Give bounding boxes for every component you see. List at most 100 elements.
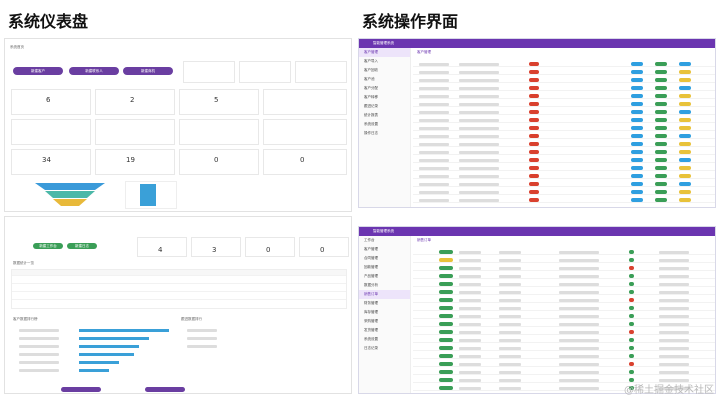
tag-badge <box>631 110 643 114</box>
app-header: 智能管理系统 <box>359 39 715 48</box>
sidebar-item[interactable]: 财务管理 <box>359 299 410 308</box>
tag-badge <box>679 94 691 98</box>
table-cell <box>659 259 689 262</box>
status-badge <box>439 258 453 262</box>
status-badge <box>439 370 453 374</box>
tag-badge <box>655 182 667 186</box>
new-contact-button[interactable]: 新建联系人 <box>69 67 119 75</box>
flag-badge <box>629 370 634 374</box>
table-header <box>12 270 346 276</box>
table-cell <box>459 275 481 278</box>
status-badge <box>529 182 539 186</box>
footer-button[interactable] <box>61 387 101 392</box>
app-header: 智能管理系统 <box>359 227 715 236</box>
tag-badge <box>655 198 667 202</box>
stat-card: 2 <box>95 89 175 115</box>
table-cell <box>499 299 521 302</box>
tag-badge <box>655 142 667 146</box>
sidebar-item[interactable]: 日志记录 <box>359 344 410 353</box>
tag-badge <box>631 150 643 154</box>
ranking-bar <box>79 361 119 364</box>
tab-customer[interactable]: 客户管理 <box>417 50 431 55</box>
status-badge <box>439 354 453 358</box>
new-workbench-button[interactable]: 新建工作台 <box>33 243 63 249</box>
sidebar-item[interactable]: 发货管理 <box>359 326 410 335</box>
tag-badge <box>631 78 643 82</box>
table-cell <box>459 299 481 302</box>
tag-badge <box>655 158 667 162</box>
sidebar-item[interactable]: 客户回收 <box>359 66 410 75</box>
status-badge <box>439 266 453 270</box>
table-cell <box>419 79 449 82</box>
sidebar-item[interactable]: 合同管理 <box>359 254 410 263</box>
sidebar-item[interactable]: 系统设置 <box>359 120 410 129</box>
stat-card: 34 <box>11 149 91 175</box>
table-cell <box>459 347 481 350</box>
tag-badge <box>655 150 667 154</box>
new-log-button[interactable]: 新建日志 <box>67 243 97 249</box>
status-badge <box>529 174 539 178</box>
footer-button[interactable] <box>145 387 185 392</box>
table-cell <box>419 143 449 146</box>
sidebar-item[interactable]: 客户池 <box>359 75 410 84</box>
table-cell <box>419 71 449 74</box>
table-cell <box>659 331 689 334</box>
tag-badge <box>679 110 691 114</box>
sidebar-item[interactable]: 库存管理 <box>359 308 410 317</box>
stat-value: 0 <box>214 156 219 164</box>
table-cell <box>419 159 449 162</box>
new-opportunity-button[interactable]: 新建商机 <box>123 67 173 75</box>
tab-sales-order[interactable]: 销售订单 <box>417 238 431 243</box>
table-cell <box>659 315 689 318</box>
sidebar-item[interactable]: 采购管理 <box>359 317 410 326</box>
new-customer-button[interactable]: 新建客户 <box>13 67 63 75</box>
tag-badge <box>679 134 691 138</box>
bar-chart-card <box>125 181 177 209</box>
tag-badge <box>679 150 691 154</box>
table-cell <box>499 283 521 286</box>
sidebar-item[interactable]: 操作日志 <box>359 129 410 138</box>
tag-badge <box>631 102 643 106</box>
sidebar-item[interactable]: 销售订单 <box>359 290 410 299</box>
flag-badge <box>629 266 634 270</box>
sidebar-item[interactable]: 客户管理 <box>359 245 410 254</box>
status-badge <box>529 150 539 154</box>
table-row <box>12 286 346 292</box>
sidebar-item[interactable]: 客户导入 <box>359 57 410 66</box>
table-cell <box>459 251 481 254</box>
ranking-bar <box>79 329 169 332</box>
flag-badge <box>629 298 634 302</box>
table-cell <box>659 347 689 350</box>
sidebar-item[interactable]: 客户转移 <box>359 93 410 102</box>
sidebar-item[interactable]: 客户分配 <box>359 84 410 93</box>
flag-badge <box>629 346 634 350</box>
tag-badge <box>631 198 643 202</box>
sidebar-item[interactable]: 跟进记录 <box>359 102 410 111</box>
tag-badge <box>631 134 643 138</box>
table-cell <box>459 127 499 130</box>
followup-ranking-list <box>181 325 231 355</box>
table-cell <box>459 111 499 114</box>
table-cell <box>559 267 599 270</box>
tag-badge <box>631 70 643 74</box>
tag-badge <box>631 118 643 122</box>
sidebar-item[interactable]: 客户管理 <box>359 48 410 57</box>
table-cell <box>499 355 521 358</box>
sidebar-item[interactable]: 统计报表 <box>359 111 410 120</box>
sidebar-item[interactable]: 系统设置 <box>359 335 410 344</box>
status-badge <box>439 250 453 254</box>
sidebar-item[interactable]: 产品管理 <box>359 272 410 281</box>
sidebar-item[interactable]: 工作台 <box>359 236 410 245</box>
table-cell <box>419 111 449 114</box>
watermark: @稀土掘金技术社区 <box>624 385 714 396</box>
table-cell <box>459 283 481 286</box>
sidebar-item[interactable]: 回款管理 <box>359 263 410 272</box>
flag-badge <box>629 362 634 366</box>
tag-badge <box>631 174 643 178</box>
status-badge <box>529 190 539 194</box>
table-cell <box>459 291 481 294</box>
tag-badge <box>679 118 691 122</box>
table-cell <box>459 79 499 82</box>
sidebar-item[interactable]: 数据分析 <box>359 281 410 290</box>
tag-badge <box>631 182 643 186</box>
